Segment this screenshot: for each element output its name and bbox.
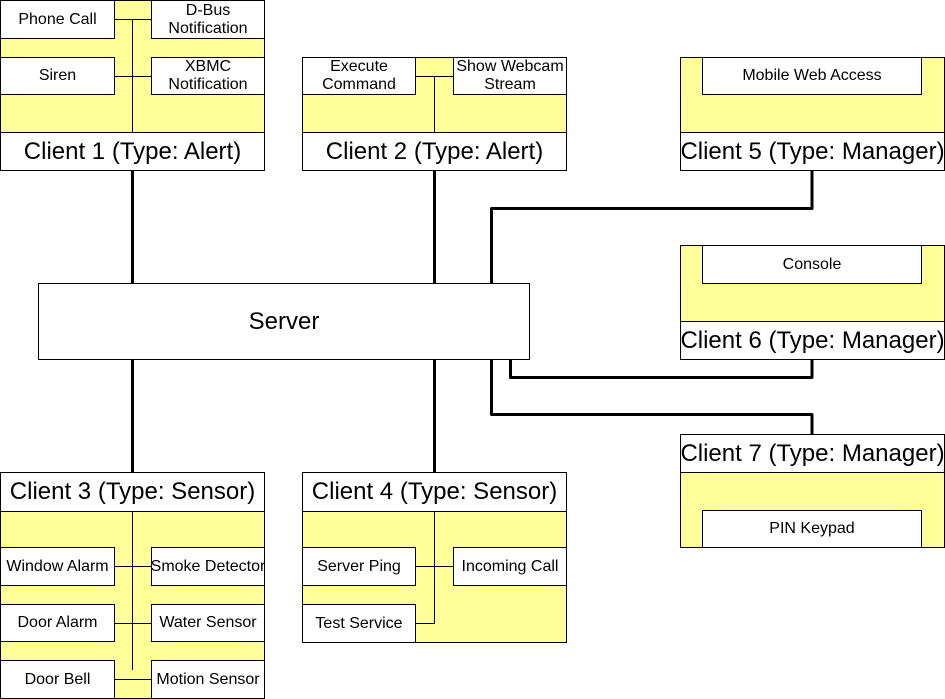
client-7-title: Client 7 (Type: Manager): [680, 434, 945, 473]
module-label: Door Bell: [24, 670, 91, 688]
client-4-connector: [415, 623, 435, 624]
module-label: Console: [782, 255, 842, 273]
module-pin-keypad[interactable]: PIN Keypad: [702, 510, 922, 548]
module-smoke-detector[interactable]: Smoke Detector: [151, 547, 265, 586]
module-label: Execute Command: [322, 58, 396, 93]
module-motion-sensor[interactable]: Motion Sensor: [151, 660, 265, 699]
client-3-title: Client 3 (Type: Sensor): [0, 472, 265, 512]
module-dbus-notification[interactable]: D-Bus Notification: [151, 0, 265, 39]
wire-server-client-6: [509, 360, 814, 379]
module-mobile-web-access[interactable]: Mobile Web Access: [702, 57, 922, 95]
module-label: Siren: [38, 67, 77, 84]
module-label: Motion Sensor: [156, 670, 260, 688]
wire-server-client-7: [490, 360, 814, 434]
module-incoming-call[interactable]: Incoming Call: [453, 547, 567, 586]
client-6-title: Client 6 (Type: Manager): [680, 321, 945, 360]
module-phone-call[interactable]: Phone Call: [0, 0, 115, 39]
module-label: Door Alarm: [17, 614, 98, 631]
module-label: Mobile Web Access: [742, 67, 882, 84]
module-label: Test Service: [315, 614, 403, 632]
module-label: Incoming Call: [461, 557, 559, 575]
module-label: Server Ping: [317, 557, 401, 575]
client-2-connector: [415, 76, 453, 77]
module-test-service[interactable]: Test Service: [302, 604, 416, 643]
module-console[interactable]: Console: [702, 245, 922, 284]
server-node: Server: [38, 283, 530, 360]
module-label: Water Sensor: [159, 614, 257, 631]
client-3-connector: [114, 679, 152, 680]
module-label: PIN Keypad: [769, 520, 855, 537]
module-label: D-Bus Notification: [168, 1, 248, 37]
module-label: Smoke Detector: [150, 557, 266, 575]
client-3-connector: [114, 566, 152, 567]
module-water-sensor[interactable]: Water Sensor: [151, 604, 265, 642]
module-door-bell[interactable]: Door Bell: [0, 660, 115, 699]
module-window-alarm[interactable]: Window Alarm: [0, 547, 115, 586]
client-2-title: Client 2 (Type: Alert): [302, 132, 567, 171]
client-1-connector: [114, 76, 152, 77]
module-execute-command[interactable]: Execute Command: [302, 57, 416, 95]
server-label: Server: [248, 307, 320, 335]
module-label: Window Alarm: [6, 557, 109, 575]
module-server-ping[interactable]: Server Ping: [302, 547, 416, 586]
client-1-connector: [114, 19, 152, 20]
module-door-alarm[interactable]: Door Alarm: [0, 604, 115, 642]
module-label: Phone Call: [18, 10, 97, 28]
client-2-bus-line: [434, 76, 435, 133]
client-5-title: Client 5 (Type: Manager): [680, 132, 945, 171]
client-4-bus-line: [434, 511, 435, 624]
module-label: XBMC Notification: [168, 58, 248, 93]
module-label: Show Webcam Stream: [456, 58, 564, 93]
client-4-title: Client 4 (Type: Sensor): [302, 472, 567, 512]
client-1-title: Client 1 (Type: Alert): [0, 132, 265, 171]
module-siren[interactable]: Siren: [0, 57, 115, 95]
client-3-bus-line: [132, 511, 133, 670]
client-3-connector: [114, 623, 152, 624]
client-4-connector: [415, 566, 453, 567]
module-xbmc-notification[interactable]: XBMC Notification: [151, 57, 265, 95]
module-show-webcam-stream[interactable]: Show Webcam Stream: [453, 57, 567, 95]
